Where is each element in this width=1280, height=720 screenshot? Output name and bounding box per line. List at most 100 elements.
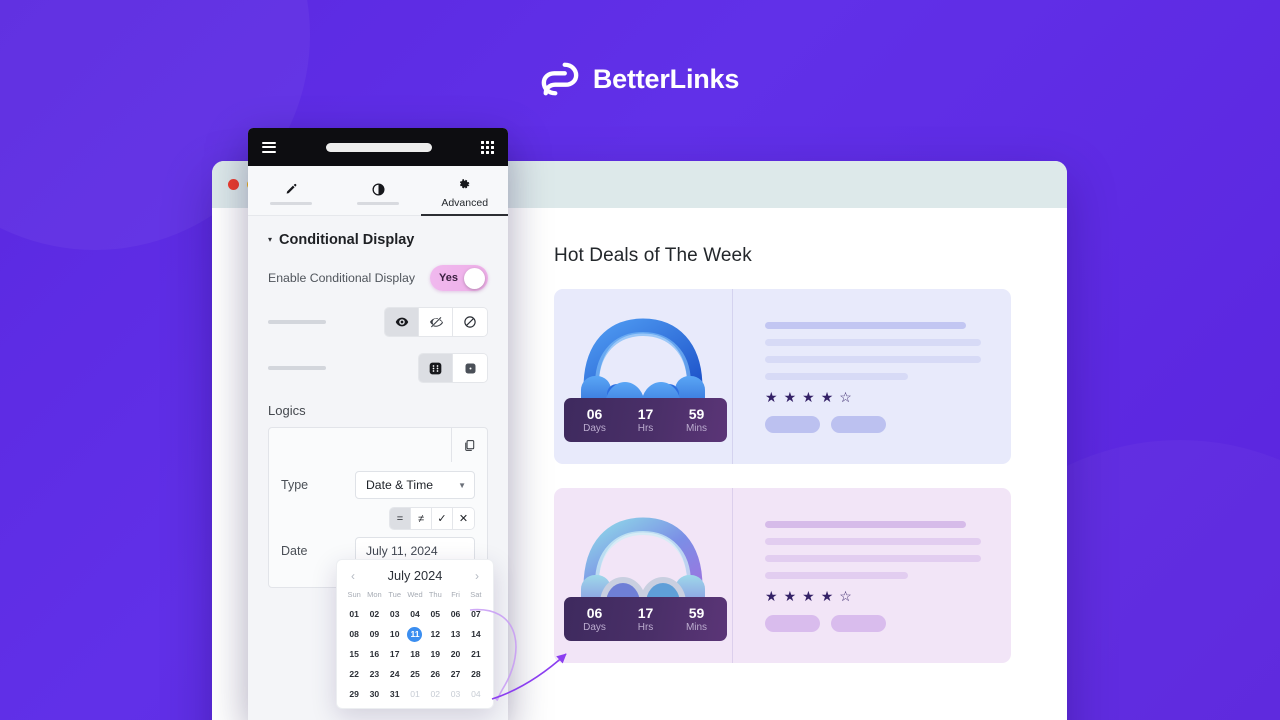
weekday-header: Fri: [451, 590, 460, 599]
cross-icon[interactable]: ✕: [453, 508, 474, 529]
calendar-day[interactable]: 16: [364, 647, 384, 662]
tab-label-placeholder: [270, 201, 313, 205]
star-icon: ★: [820, 389, 834, 405]
weekday-header: Wed: [407, 590, 423, 599]
eye-slash-icon[interactable]: [419, 308, 453, 336]
calendar-day-outside[interactable]: 04: [466, 687, 486, 702]
calendar-day[interactable]: 23: [364, 667, 384, 682]
tab-style[interactable]: [335, 166, 422, 215]
calendar-header: ‹ July 2024 ›: [344, 568, 486, 590]
card-details: ★ ★ ★ ★ ☆: [733, 488, 1011, 663]
chevron-left-icon[interactable]: ‹: [347, 569, 359, 583]
half-star-icon: ☆: [839, 588, 852, 604]
countdown-value: 06: [586, 604, 603, 621]
star-icon: ★: [783, 588, 797, 604]
calendar-day[interactable]: 27: [445, 667, 465, 682]
text-placeholder-bar: [765, 373, 908, 380]
calendar-day[interactable]: 09: [364, 627, 384, 642]
calendar-grid: Sun Mon Tue Wed Thu Fri Sat 01 02 03 04 …: [344, 590, 486, 702]
calendar-day[interactable]: 15: [344, 647, 364, 662]
logic-type-select[interactable]: Date & Time ▼: [355, 471, 475, 499]
visibility-mode-row: [268, 307, 488, 337]
calendar-day[interactable]: 06: [445, 607, 465, 622]
rating-stars: ★ ★ ★ ★ ☆: [765, 390, 981, 404]
enable-conditional-display-toggle[interactable]: Yes: [430, 265, 488, 291]
calendar-day[interactable]: 31: [385, 687, 405, 702]
secondary-action-button[interactable]: [831, 615, 886, 632]
grid-dots-icon[interactable]: [419, 354, 453, 382]
countdown-value: 59: [688, 405, 705, 422]
copy-duplicate-icon[interactable]: [451, 428, 487, 462]
calendar-day[interactable]: 04: [405, 607, 425, 622]
chevron-down-icon: ▼: [458, 480, 466, 490]
equals-icon[interactable]: =: [390, 508, 411, 529]
weekday-header: Tue: [388, 590, 402, 599]
star-icon: ★: [765, 588, 778, 604]
calendar-day-selected[interactable]: 11: [407, 627, 423, 642]
visibility-label-placeholder: [268, 320, 326, 324]
secondary-action-button[interactable]: [831, 416, 886, 433]
check-icon[interactable]: ✓: [432, 508, 453, 529]
close-traffic-light[interactable]: [228, 179, 239, 190]
brand-logo: BetterLinks: [0, 58, 1280, 100]
calendar-day-outside[interactable]: 03: [445, 687, 465, 702]
contrast-icon: [371, 182, 385, 197]
calendar-day[interactable]: 08: [344, 627, 364, 642]
address-bar-placeholder[interactable]: [325, 142, 432, 152]
primary-action-button[interactable]: [765, 615, 820, 632]
calendar-day[interactable]: 03: [385, 607, 405, 622]
editor-topbar: [248, 128, 508, 166]
countdown-label: Mins: [685, 622, 708, 633]
tab-advanced[interactable]: Advanced: [421, 166, 508, 216]
calendar-day-outside[interactable]: 02: [425, 687, 445, 702]
eye-icon[interactable]: [385, 308, 419, 336]
calendar-day[interactable]: 07: [466, 607, 486, 622]
chevron-right-icon[interactable]: ›: [471, 569, 483, 583]
product-image-area: 06 Days 17 Hrs 59 Mins: [554, 488, 732, 663]
conditional-display-section-header[interactable]: ▾ Conditional Display: [268, 232, 488, 248]
calendar-day[interactable]: 21: [466, 647, 486, 662]
screenshot-stage: BetterLinks Hot Deals of The Week 06 Day…: [0, 0, 1280, 720]
star-icon: ★: [802, 389, 815, 405]
pencil-icon: [285, 182, 298, 197]
calendar-day[interactable]: 10: [385, 627, 405, 642]
calendar-day[interactable]: 24: [385, 667, 405, 682]
calendar-day[interactable]: 30: [364, 687, 384, 702]
countdown-unit: 17 Hrs: [629, 605, 662, 634]
calendar-day[interactable]: 14: [466, 627, 486, 642]
calendar-day[interactable]: 13: [445, 627, 465, 642]
calendar-day[interactable]: 28: [466, 667, 486, 682]
calendar-day[interactable]: 25: [405, 667, 425, 682]
logic-type-label: Type: [281, 478, 309, 492]
text-placeholder-bar: [765, 339, 981, 346]
calendar-day[interactable]: 12: [425, 627, 445, 642]
not-equals-icon[interactable]: ≠: [411, 508, 432, 529]
text-placeholder-bar: [765, 538, 981, 545]
calendar-day[interactable]: 05: [425, 607, 445, 622]
calendar-day[interactable]: 20: [445, 647, 465, 662]
single-dot-icon[interactable]: [453, 354, 487, 382]
primary-action-button[interactable]: [765, 416, 820, 433]
calendar-day[interactable]: 02: [364, 607, 384, 622]
calendar-day[interactable]: 01: [344, 607, 364, 622]
brand-name: BetterLinks: [592, 63, 740, 94]
countdown-value: 17: [637, 604, 654, 621]
page-title: Hot Deals of The Week: [554, 245, 752, 266]
grid-apps-icon[interactable]: [481, 140, 494, 154]
text-placeholder-bar: [765, 521, 966, 528]
calendar-day-outside[interactable]: 01: [405, 687, 425, 702]
calendar-day[interactable]: 17: [385, 647, 405, 662]
gear-icon: [458, 177, 471, 192]
hamburger-icon[interactable]: [262, 141, 276, 153]
calendar-day[interactable]: 19: [425, 647, 445, 662]
calendar-day[interactable]: 18: [405, 647, 425, 662]
deal-card[interactable]: 06 Days 17 Hrs 59 Mins ★ ★ ★ ★ ☆: [554, 488, 1011, 663]
calendar-day[interactable]: 26: [425, 667, 445, 682]
calendar-day[interactable]: 22: [344, 667, 364, 682]
tab-content[interactable]: [248, 166, 335, 215]
ban-icon[interactable]: [453, 308, 487, 336]
countdown-unit: 59 Mins: [680, 406, 713, 435]
deal-card[interactable]: 06 Days 17 Hrs 59 Mins ★ ★ ★ ★ ☆: [554, 289, 1011, 464]
calendar-day[interactable]: 29: [344, 687, 364, 702]
caret-down-icon[interactable]: ▾: [268, 236, 272, 244]
